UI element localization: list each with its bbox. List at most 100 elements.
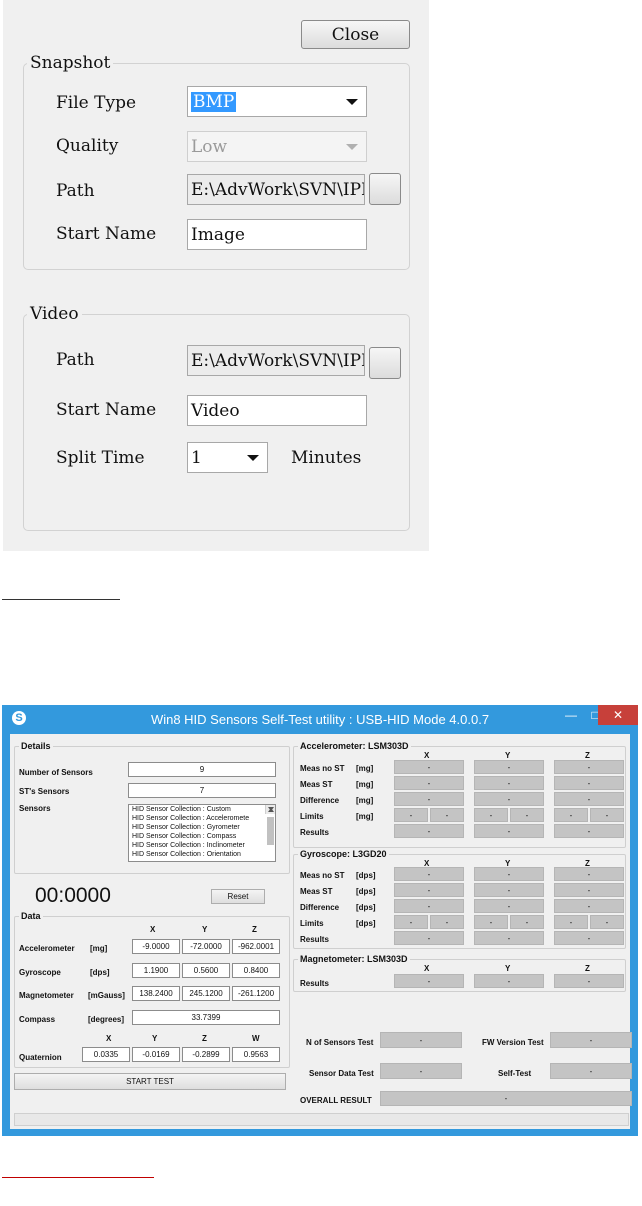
list-item[interactable]: HID Sensor Collection : Acceleromete	[129, 814, 275, 823]
file-type-select[interactable]: BMP	[187, 86, 367, 117]
snapshot-browse-button[interactable]	[369, 173, 401, 205]
start-test-button[interactable]: START TEST	[14, 1073, 286, 1090]
accel-test-cell: -	[394, 824, 464, 838]
video-browse-button[interactable]	[369, 347, 401, 379]
gyro-y-value: 0.5600	[182, 963, 230, 978]
num-sensors-label: Number of Sensors	[19, 768, 93, 777]
data-axis-y: Y	[202, 925, 208, 934]
list-item[interactable]: HID Sensor Collection : Inclinometer	[129, 841, 275, 850]
snapshot-start-name-input[interactable]: Image	[187, 219, 367, 250]
gyro-test-cell: -	[394, 931, 464, 945]
accel-test-limit-cell: -	[394, 808, 428, 822]
accel-test-row-label: Meas ST	[300, 780, 333, 789]
details-title: Details	[19, 741, 53, 751]
mag-y-value: 245.1200	[182, 986, 230, 1001]
video-start-name-input[interactable]: Video	[187, 395, 367, 426]
magnetometer-unit: [mGauss]	[88, 991, 125, 1000]
list-item[interactable]: HID Sensor Collection : Gyrometer	[129, 823, 275, 832]
gyro-test-limit-cell: -	[474, 915, 508, 929]
accel-test-cell: -	[394, 776, 464, 790]
gyro-test-row-label: Meas ST	[300, 887, 333, 896]
scroll-down-icon	[268, 807, 274, 811]
gyroscope-label: Gyroscope	[19, 968, 61, 977]
accel-test-cell: -	[474, 760, 544, 774]
list-item[interactable]: HID Sensor Collection : Orientation	[129, 850, 275, 859]
gyro-test-limit-cell: -	[430, 915, 464, 929]
accel-test-cell: -	[474, 792, 544, 806]
gyro-test-row-label: Limits	[300, 919, 324, 928]
video-path-field[interactable]: E:\AdvWork\SVN\IPD\P	[187, 345, 365, 376]
accel-test-row-unit: [mg]	[356, 796, 374, 805]
snapshot-start-name-value: Image	[191, 224, 245, 245]
accel-test-cell: -	[394, 792, 464, 806]
accel-test-title: Accelerometer: LSM303D	[298, 741, 411, 751]
status-bar	[14, 1113, 629, 1126]
list-item[interactable]: HID Sensor Collection : Custom	[129, 805, 275, 814]
st-sensors-label: ST's Sensors	[19, 787, 70, 796]
accel-test-axis-y: Y	[505, 751, 511, 760]
sensor-data-test-label: Sensor Data Test	[309, 1069, 374, 1078]
quality-label: Quality	[56, 136, 119, 156]
sensor-data-test-value: -	[380, 1063, 462, 1079]
gyro-test-row-unit: [dps]	[356, 871, 376, 880]
gyro-z-value: 0.8400	[232, 963, 280, 978]
minimize-button[interactable]: —	[558, 705, 584, 725]
mag-result-y: -	[474, 974, 544, 988]
video-start-name-label: Start Name	[56, 400, 157, 420]
self-test-window: S Win8 HID Sensors Self-Test utility : U…	[2, 705, 638, 1136]
quat-x-value: 0.0335	[82, 1047, 130, 1062]
gyro-test-cell: -	[474, 931, 544, 945]
gyro-test-limit-cell: -	[510, 915, 544, 929]
scroll-thumb[interactable]	[267, 817, 274, 845]
gyro-test-row-label: Difference	[300, 903, 340, 912]
client-area: Details Number of Sensors 9 ST's Sensors…	[10, 734, 632, 1129]
n-sensors-test-value: -	[380, 1032, 462, 1048]
compass-unit: [degrees]	[88, 1015, 125, 1024]
mag-z-value: -261.1200	[232, 986, 280, 1001]
mag-x-value: 138.2400	[132, 986, 180, 1001]
overall-result-value: -	[380, 1091, 632, 1106]
mag-test-axis-y: Y	[505, 964, 511, 973]
video-path-value: E:\AdvWork\SVN\IPD\P	[191, 350, 364, 371]
mag-result-x: -	[394, 974, 464, 988]
accel-test-axis-x: X	[424, 751, 430, 760]
window-close-button[interactable]: ✕	[598, 705, 638, 725]
data-title: Data	[19, 911, 43, 921]
quality-value: Low	[191, 136, 228, 157]
accel-z-value: -962.0001	[232, 939, 280, 954]
snapshot-path-field[interactable]: E:\AdvWork\SVN\IPD\P	[187, 174, 365, 205]
file-type-value: BMP	[191, 91, 237, 112]
mag-test-axis-x: X	[424, 964, 430, 973]
capture-settings-dialog: Close Snapshot File Type BMP Quality Low…	[3, 0, 429, 551]
snapshot-group-title: Snapshot	[27, 53, 114, 73]
sensors-list-scrollbar[interactable]	[265, 805, 275, 845]
accel-test-limit-cell: -	[430, 808, 464, 822]
list-item[interactable]: HID Sensor Collection : Compass	[129, 832, 275, 841]
quat-z-value: -0.2899	[182, 1047, 230, 1062]
gyro-test-cell: -	[554, 931, 624, 945]
quat-axis-w: W	[252, 1034, 260, 1043]
gyro-test-limit-cell: -	[590, 915, 624, 929]
gyroscope-unit: [dps]	[90, 968, 110, 977]
file-type-label: File Type	[56, 93, 137, 113]
chevron-down-icon	[346, 144, 358, 150]
accel-test-cell: -	[474, 776, 544, 790]
data-axis-x: X	[150, 925, 156, 934]
gyro-test-limit-cell: -	[554, 915, 588, 929]
gyro-test-cell: -	[474, 883, 544, 897]
data-axis-z: Z	[252, 925, 257, 934]
snapshot-path-value: E:\AdvWork\SVN\IPD\P	[191, 179, 364, 200]
snapshot-start-name-label: Start Name	[56, 224, 157, 244]
split-time-select[interactable]: 1	[187, 442, 268, 473]
gyro-test-row-unit: [dps]	[356, 903, 376, 912]
compass-label: Compass	[19, 1015, 56, 1024]
gyro-test-row-label: Results	[300, 935, 329, 944]
sensors-list[interactable]: HID Sensor Collection : Custom HID Senso…	[128, 804, 276, 862]
accel-test-cell: -	[394, 760, 464, 774]
mag-test-title: Magnetometer: LSM303D	[298, 954, 410, 964]
accel-test-row-unit: [mg]	[356, 812, 374, 821]
fw-version-test-value: -	[550, 1032, 632, 1048]
reset-button[interactable]: Reset	[211, 889, 265, 904]
close-button[interactable]: Close	[301, 20, 410, 49]
gyro-test-cell: -	[474, 867, 544, 881]
